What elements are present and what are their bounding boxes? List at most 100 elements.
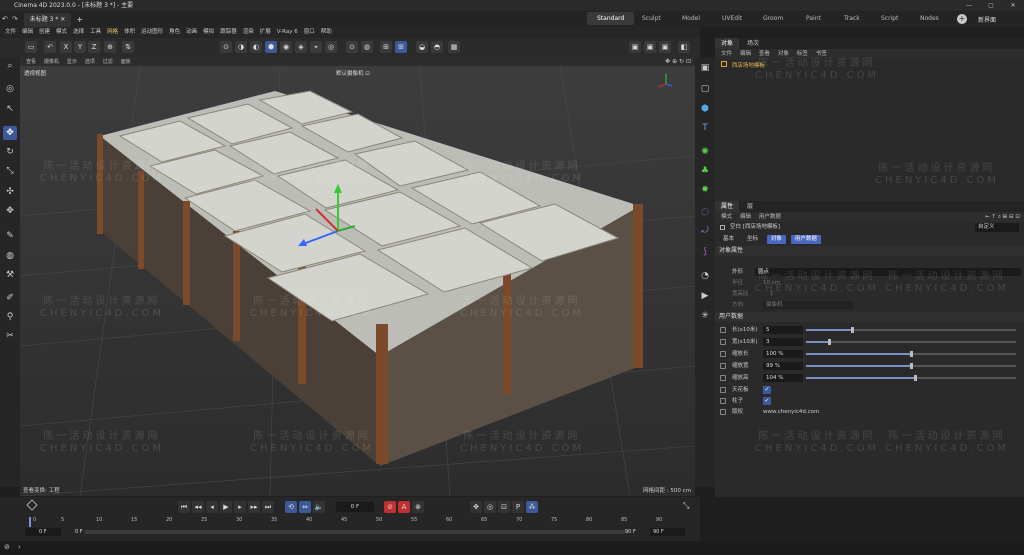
grid-snap-icon[interactable]: ⊞ — [395, 41, 407, 53]
om-menu-tag[interactable]: 标签 — [797, 51, 808, 57]
sound-icon[interactable]: 🔈 — [313, 501, 325, 513]
coord-system-icon[interactable]: ⊕ — [104, 41, 116, 53]
length-slider[interactable] — [806, 327, 1016, 333]
close-button[interactable]: ✕ — [1002, 0, 1024, 11]
text-icon[interactable]: T — [698, 121, 712, 135]
viewport[interactable]: 透视视图 默认摄像机 ⊡ 陈一活动设计资源网 CHENYIC4D.COM 陈一活动… — [20, 66, 695, 496]
tab-document[interactable]: 未标题 3 * ✕ — [23, 12, 72, 27]
menu-mesh[interactable]: 网格 — [107, 27, 118, 38]
solo-icon[interactable]: ⊙ — [346, 41, 358, 53]
scale-height-field[interactable]: 104 % — [763, 374, 803, 382]
menu-help[interactable]: 帮助 — [321, 27, 332, 38]
vp-menu-camera[interactable]: 摄像机 — [44, 59, 59, 65]
prev-frame-icon[interactable]: ◂ — [206, 501, 218, 513]
axis-mode-icon[interactable]: ⌖ — [310, 41, 322, 53]
deformer-icon[interactable]: ◌ — [698, 205, 712, 219]
om-menu-object[interactable]: 对象 — [778, 51, 789, 57]
texture-mode-icon[interactable]: ◈ — [295, 41, 307, 53]
move-tool-icon[interactable]: ✥ — [3, 204, 17, 218]
subtab-object[interactable]: 对象 — [766, 235, 786, 244]
paint-icon[interactable]: ✐ — [3, 291, 17, 305]
uv-mode-icon[interactable]: ◉ — [280, 41, 292, 53]
cube-icon[interactable]: ⬢ — [698, 102, 712, 116]
cloner-icon[interactable]: ✺ — [698, 145, 712, 159]
layout-model[interactable]: Model — [672, 12, 710, 25]
effector-icon[interactable]: ✹ — [698, 183, 712, 197]
live-select-icon[interactable]: ◎ — [3, 82, 17, 96]
sym-icon[interactable]: ◎ — [325, 41, 337, 53]
new-interface-label[interactable]: 新界面 — [978, 15, 996, 24]
edges-mode-icon[interactable]: ◑ — [235, 41, 247, 53]
slider-knob[interactable] — [851, 327, 855, 333]
om-menu-file[interactable]: 文件 — [721, 51, 732, 57]
next-key-icon[interactable]: ▸▸ — [248, 501, 260, 513]
scene-icon[interactable]: ◔ — [698, 269, 712, 283]
bend-icon[interactable]: ⤾ — [698, 224, 712, 238]
render-picture-icon[interactable]: ▣ — [644, 41, 656, 53]
range-icon[interactable]: ⇔ — [299, 501, 311, 513]
minimize-button[interactable]: — — [958, 0, 980, 11]
snap-icon[interactable]: ⊞ — [380, 41, 392, 53]
go-start-icon[interactable]: ⏮ — [178, 501, 190, 513]
viewport-solo-icon[interactable]: ◍ — [361, 41, 373, 53]
slider-knob[interactable] — [914, 375, 918, 381]
redshift-icon[interactable]: ◧ — [678, 41, 690, 53]
menu-create[interactable]: 创建 — [39, 27, 50, 38]
start-field-2[interactable]: 0 F — [75, 528, 83, 536]
points-mode-icon[interactable]: ⊙ — [220, 41, 232, 53]
timeline-right-icon[interactable]: ⤡ — [683, 501, 689, 511]
vp-menu-panel[interactable]: 面板 — [121, 59, 131, 65]
scale-width-slider[interactable] — [806, 363, 1016, 369]
rectangle-spline-icon[interactable]: ▢ — [698, 82, 712, 96]
add-layout-icon[interactable]: + — [957, 14, 967, 24]
prev-key-icon[interactable]: ◂◂ — [192, 501, 204, 513]
menu-vray[interactable]: V-Ray 6 — [277, 27, 298, 38]
object-mode-icon[interactable]: ⬢ — [265, 41, 277, 53]
viewport-camera[interactable]: 默认摄像机 ⊡ — [336, 69, 370, 77]
start-field[interactable]: 0 F — [25, 528, 61, 536]
workplane-icon[interactable]: ◒ — [416, 41, 428, 53]
add-tab-button[interactable]: + — [76, 15, 83, 24]
am-menu-userdata[interactable]: 用户数据 — [759, 214, 781, 220]
end-field-2[interactable]: 90 F — [650, 528, 685, 536]
scale-length-field[interactable]: 100 % — [763, 350, 803, 358]
menu-window[interactable]: 窗口 — [304, 27, 315, 38]
sculpt-icon[interactable]: ◍ — [3, 249, 17, 263]
width-slider[interactable] — [806, 339, 1016, 345]
scale-width-field[interactable]: 99 % — [763, 362, 803, 370]
width-field[interactable]: 3 — [763, 338, 803, 346]
om-menu-bookmark[interactable]: 书签 — [816, 51, 827, 57]
copyright-field[interactable]: www.chenyic4d.com — [763, 407, 819, 417]
status-close-icon[interactable]: ⊘ — [4, 543, 10, 551]
menu-simulate[interactable]: 模拟 — [203, 27, 214, 38]
scale-height-slider[interactable] — [806, 375, 1016, 381]
menu-select[interactable]: 选择 — [73, 27, 84, 38]
layout-paint[interactable]: Paint — [796, 12, 831, 25]
vp-menu-options[interactable]: 选项 — [85, 59, 95, 65]
transform-icon[interactable]: ✣ — [3, 185, 17, 199]
loop-icon[interactable]: ⟲ — [285, 501, 297, 513]
subtab-basic[interactable]: 基本 — [719, 235, 738, 244]
tab-layers[interactable]: 层 — [741, 201, 759, 212]
menu-tools[interactable]: 工具 — [90, 27, 101, 38]
autokey-icon[interactable]: A — [398, 501, 410, 513]
rotate-icon[interactable]: ↻ — [3, 145, 17, 159]
menu-animate[interactable]: 动画 — [186, 27, 197, 38]
am-nav-icons[interactable]: ← ↑ ⌕ ⊞ ⊟ ⊡ — [985, 212, 1020, 222]
subtab-userdata[interactable]: 用户数据 — [790, 235, 821, 244]
pillar-checkbox[interactable]: ✓ — [763, 397, 771, 405]
polygons-mode-icon[interactable]: ◐ — [250, 41, 262, 53]
fracture-icon[interactable]: ♣ — [698, 164, 712, 178]
link-icon[interactable]: ⇅ — [122, 41, 134, 53]
undo-tool-icon[interactable]: ↶ — [44, 41, 56, 53]
layout-sculpt[interactable]: Sculpt — [632, 12, 671, 25]
brush-icon[interactable]: ⚒ — [3, 268, 17, 282]
menu-file[interactable]: 文件 — [5, 27, 16, 38]
undo-icon[interactable]: ↶ — [2, 15, 8, 23]
end-field[interactable]: 90 F — [625, 528, 636, 536]
om-menu-edit[interactable]: 编辑 — [740, 51, 751, 57]
subtab-coord[interactable]: 坐标 — [743, 235, 762, 244]
scale-icon[interactable]: ⤡ — [3, 164, 17, 178]
move-icon[interactable]: ✥ — [3, 126, 17, 140]
light-icon[interactable]: ✳ — [698, 309, 712, 323]
